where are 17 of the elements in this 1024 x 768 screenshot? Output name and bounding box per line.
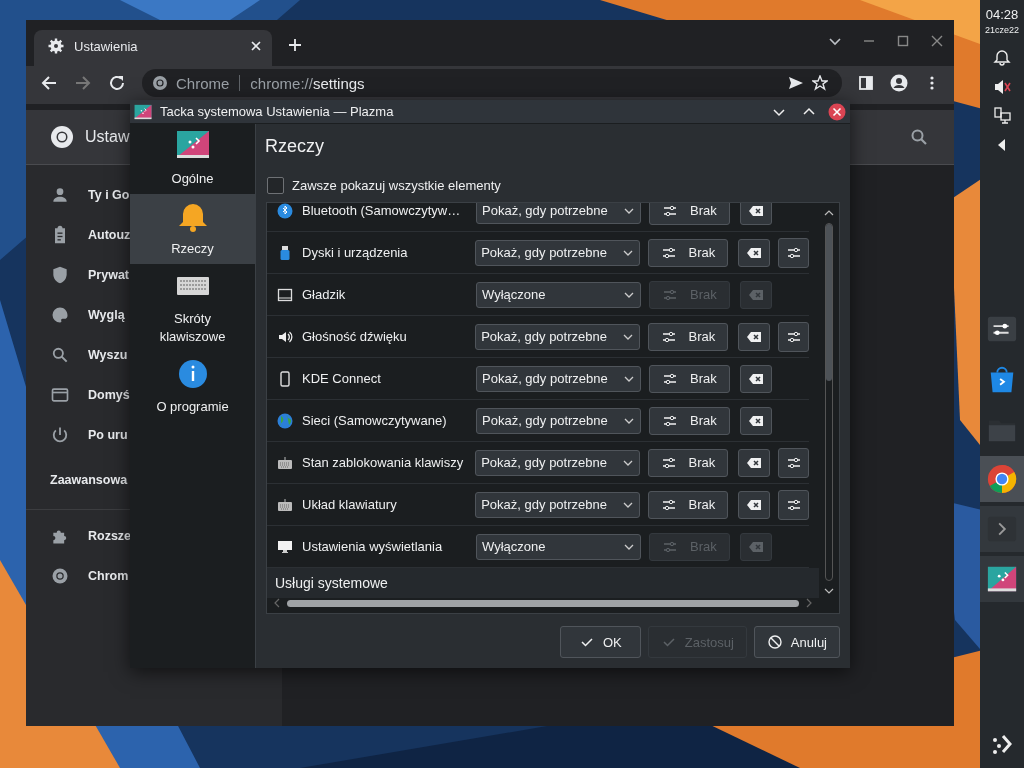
entry-name: Sieci (Samowczytywane) bbox=[302, 413, 448, 428]
section-header: Usługi systemowe bbox=[267, 568, 819, 598]
entry-name: Gładzik bbox=[302, 287, 347, 302]
entry-name: Głośność dźwięku bbox=[302, 329, 408, 344]
window-title: Tacka systemowa Ustawienia — Plazma bbox=[160, 104, 394, 119]
entry-name: Dyski i urządzenia bbox=[302, 245, 409, 260]
url-scheme: chrome:// bbox=[250, 74, 313, 92]
entry-name: Układ klawiatury bbox=[302, 497, 398, 512]
entry-name: KDE Connect bbox=[302, 371, 382, 386]
entry-name: Bluetooth (Samowczytyw… bbox=[302, 203, 462, 218]
url-path: settings bbox=[312, 74, 365, 92]
page-heading: Rzeczy bbox=[265, 136, 325, 157]
entry-name: Ustawienia wyświetlania bbox=[302, 539, 444, 554]
page-title: Ustaw bbox=[85, 128, 130, 146]
entry-name: Stan zablokowania klawiszy bbox=[302, 455, 465, 470]
site-label: Chrome bbox=[176, 74, 230, 92]
tab-title: Ustawienia bbox=[74, 38, 139, 54]
